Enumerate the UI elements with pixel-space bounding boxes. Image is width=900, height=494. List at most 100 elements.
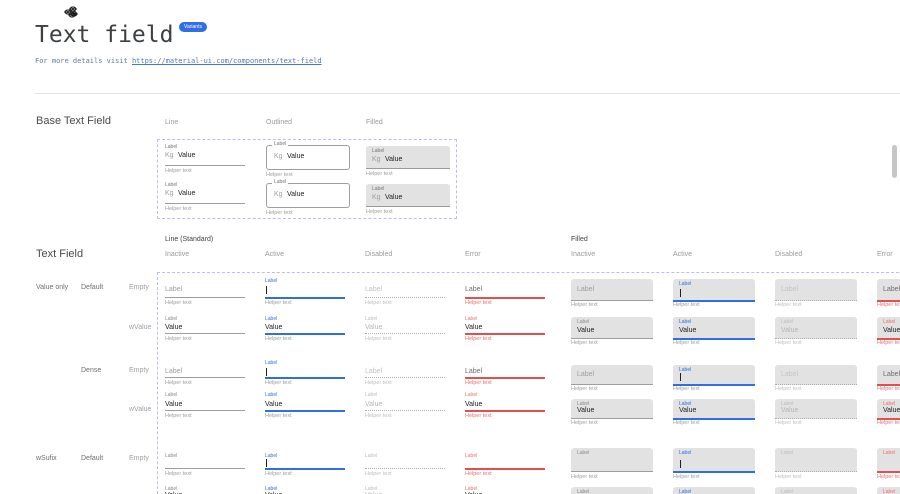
text-field-filled-active-row1[interactable]: LabelHelper text <box>673 279 755 308</box>
helper-text: Helper text <box>165 169 192 175</box>
text-field-line-active-row1[interactable]: LabelHelper text <box>265 278 345 307</box>
helper-text: Helper text <box>465 414 492 420</box>
text-field-line-error-row2[interactable]: LabelValueHelper text <box>465 316 545 343</box>
text-cursor <box>266 286 267 294</box>
text-field-filled-disabled-row6[interactable]: LabelValueHelper text <box>775 487 857 494</box>
field-label: Label <box>165 145 177 150</box>
row-state-label-empty-1: Empty <box>129 284 149 291</box>
text-field-line-active-row6[interactable]: LabelValueHelper text <box>265 486 345 494</box>
text-field-filled-error-row6[interactable]: LabelValueHelper text <box>877 487 900 494</box>
visibility-eye-icon[interactable] <box>64 8 72 16</box>
text-field-filled-active-row2[interactable]: LabelValueHelper text <box>673 317 755 346</box>
field-label: Label <box>679 490 691 494</box>
field-underline <box>365 333 445 334</box>
text-field-line-error-row1[interactable]: LabelHelper text <box>465 278 545 307</box>
text-field-filled-active-row4[interactable]: LabelValueHelper text <box>673 399 755 426</box>
text-field-filled-active-row6[interactable]: LabelValueHelper text <box>673 487 755 494</box>
field-underline <box>165 297 245 298</box>
text-field-filled-error-row2[interactable]: LabelValueHelper text <box>877 317 900 346</box>
field-underline <box>265 333 345 335</box>
base-field-line-1[interactable]: LabelKgValueHelper text <box>165 143 247 173</box>
base-field-outlined-2[interactable]: LabelKgValueHelper text <box>266 180 350 213</box>
helper-text: Helper text <box>465 381 492 387</box>
field-underline <box>165 165 245 166</box>
column-header-line-inactive: Inactive <box>165 251 189 258</box>
helper-text: Helper text <box>775 341 802 347</box>
field-underline <box>465 377 545 379</box>
text-field-filled-inactive-row3[interactable]: LabelHelper text <box>571 365 653 392</box>
helper-text: Helper text <box>165 414 192 420</box>
text-field-line-inactive-row1[interactable]: Label Helper text <box>165 278 245 307</box>
base-column-header-outlined: Outlined <box>266 119 292 126</box>
text-field-filled-inactive-row5[interactable]: LabelHelper text <box>571 448 653 480</box>
text-field-line-active-row2[interactable]: LabelValueHelper text <box>265 316 345 343</box>
text-field-filled-disabled-row5[interactable]: LabelHelper text <box>775 448 857 480</box>
text-field-filled-disabled-row2[interactable]: LabelValueHelper text <box>775 317 857 346</box>
field-label: Label <box>372 187 384 192</box>
scrollbar-thumb[interactable] <box>892 145 897 178</box>
column-header-filled-inactive: Inactive <box>571 251 595 258</box>
text-field-line-active-row4[interactable]: LabelValueHelper text <box>265 392 345 420</box>
field-label: Label <box>781 286 798 293</box>
field-value: Value <box>385 156 402 163</box>
text-field-line-disabled-row2[interactable]: LabelValueHelper text <box>365 316 445 343</box>
base-field-filled-2[interactable]: LabelKgValueHelper text <box>366 184 450 214</box>
helper-text: Helper text <box>165 301 192 307</box>
text-field-filled-error-row1[interactable]: LabelHelper text <box>877 279 900 308</box>
text-field-filled-disabled-row1[interactable]: LabelHelper text <box>775 279 857 308</box>
text-field-filled-inactive-row4[interactable]: LabelValueHelper text <box>571 399 653 426</box>
helper-text: Helper text <box>673 387 700 393</box>
text-field-filled-error-row4[interactable]: LabelValueHelper text <box>877 399 900 426</box>
field-label: Label <box>165 317 177 322</box>
field-label: Label <box>265 317 277 322</box>
row-state-label-empty-3: Empty <box>129 367 149 374</box>
text-field-filled-inactive-row6[interactable]: LabelValueHelper text <box>571 487 653 494</box>
text-field-filled-error-row3[interactable]: LabelHelper text <box>877 365 900 392</box>
text-field-line-active-row5[interactable]: LabelHelper text <box>265 453 345 478</box>
text-field-line-error-row4[interactable]: LabelValueHelper text <box>465 392 545 420</box>
field-label: Label <box>165 183 177 188</box>
helper-text: Helper text <box>366 210 393 216</box>
text-field-line-inactive-row4[interactable]: LabelValueHelper text <box>165 392 245 420</box>
docs-link[interactable]: https://material-ui.com/components/text-… <box>132 57 322 65</box>
text-field-line-inactive-row2[interactable]: LabelValueHelper text <box>165 316 245 343</box>
text-field-filled-disabled-row4[interactable]: LabelValueHelper text <box>775 399 857 426</box>
text-field-line-disabled-row4[interactable]: LabelValueHelper text <box>365 392 445 420</box>
helper-text: Helper text <box>571 341 598 347</box>
text-field-line-disabled-row5[interactable]: LabelHelper text <box>365 453 445 478</box>
text-field-filled-error-row5[interactable]: LabelHelper text <box>877 448 900 480</box>
base-field-filled-1[interactable]: LabelKgValueHelper text <box>366 146 450 176</box>
field-label: Label <box>465 368 482 375</box>
text-field-line-disabled-row3[interactable]: LabelHelper text <box>365 360 445 387</box>
text-field-line-disabled-row1[interactable]: LabelHelper text <box>365 278 445 307</box>
field-label: Label <box>883 451 895 456</box>
text-field-line-error-row3[interactable]: Label Helper text <box>465 360 545 387</box>
base-field-line-2[interactable]: LabelKgValueHelper text <box>165 181 247 211</box>
text-field-line-disabled-row6[interactable]: LabelValueHelper text <box>365 486 445 494</box>
field-underline <box>465 468 545 470</box>
text-field-line-inactive-row3[interactable]: LabelHelper text <box>165 360 245 387</box>
helper-text: Helper text <box>877 387 900 393</box>
text-field-line-inactive-row6[interactable]: LabelValueHelper text <box>165 486 245 494</box>
column-header-line-error: Error <box>465 251 481 258</box>
field-label: Label <box>165 368 182 375</box>
text-field-filled-active-row5[interactable]: LabelHelper text <box>673 448 755 480</box>
text-field-line-error-row6[interactable]: LabelValueHelper text <box>465 486 545 494</box>
text-field-filled-inactive-row1[interactable]: LabelHelper text <box>571 279 653 308</box>
group-header-filled: Filled <box>571 236 588 243</box>
field-label: Label <box>577 490 589 494</box>
text-field-filled-active-row3[interactable]: LabelHelper text <box>673 365 755 392</box>
field-label: Label <box>679 451 691 456</box>
grid-section-title: Text Field <box>36 249 83 260</box>
field-label: Label <box>365 454 377 459</box>
text-field-line-active-row3[interactable]: LabelHelper text <box>265 360 345 387</box>
text-field-line-inactive-row5[interactable]: LabelHelper text <box>165 453 245 478</box>
base-field-outlined-1[interactable]: LabelKgValueHelper text <box>266 142 350 175</box>
field-label: Label <box>165 286 182 293</box>
text-field-filled-inactive-row2[interactable]: LabelValueHelper text <box>571 317 653 346</box>
field-label: Label <box>781 371 798 378</box>
field-value: Value <box>883 327 900 334</box>
text-field-filled-disabled-row3[interactable]: LabelHelper text <box>775 365 857 392</box>
field-underline <box>165 410 245 411</box>
text-field-line-error-row5[interactable]: LabelHelper text <box>465 453 545 478</box>
